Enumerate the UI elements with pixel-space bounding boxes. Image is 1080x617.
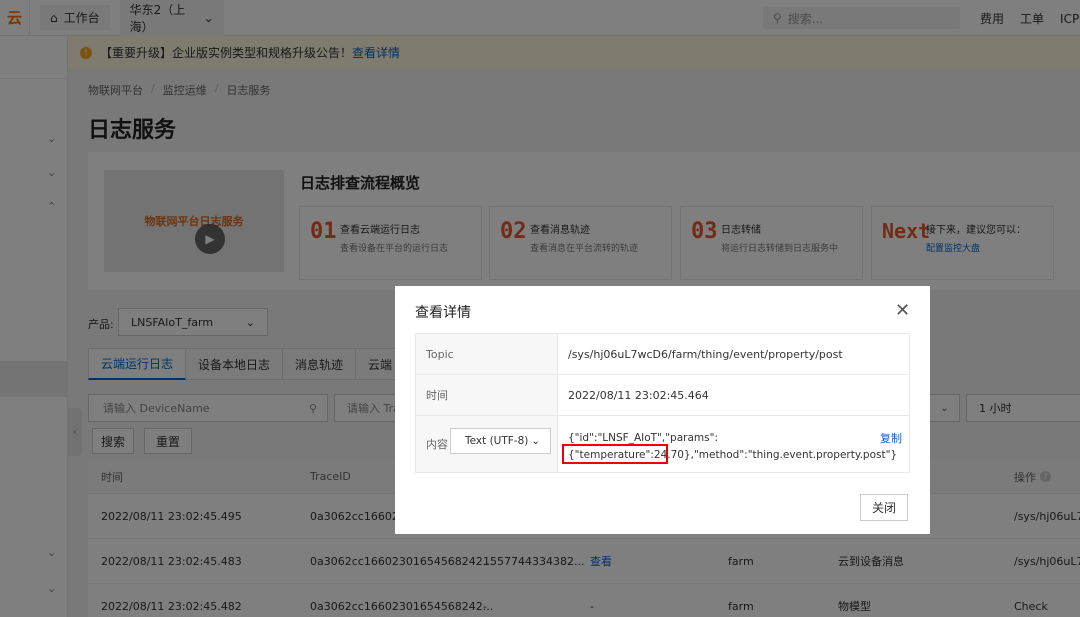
detail-label: Topic	[416, 334, 558, 374]
chevron-down-icon: ⌄	[531, 435, 540, 447]
detail-table: Topic /sys/hj06uL7wcD6/farm/thing/event/…	[415, 333, 910, 473]
close-button[interactable]: 关闭	[860, 494, 908, 521]
detail-label: 时间	[416, 375, 558, 415]
detail-row-time: 时间 2022/08/11 23:02:45.464	[416, 375, 909, 416]
time-value: 2022/08/11 23:02:45.464	[568, 388, 709, 402]
topic-value: /sys/hj06uL7wcD6/farm/thing/event/proper…	[568, 347, 843, 361]
encoding-value: Text (UTF-8)	[465, 435, 529, 447]
highlight-box	[562, 444, 668, 464]
close-icon[interactable]: ✕	[895, 300, 910, 321]
detail-row-topic: Topic /sys/hj06uL7wcD6/farm/thing/event/…	[416, 334, 909, 375]
detail-row-content: 内容 Text (UTF-8) ⌄ {"id":"LNSF_AIoT","par…	[416, 416, 909, 472]
encoding-select[interactable]: Text (UTF-8) ⌄	[450, 428, 551, 454]
content-label: 内容	[426, 438, 448, 451]
modal-title: 查看详情	[415, 305, 471, 321]
detail-modal: 查看详情 ✕ Topic /sys/hj06uL7wcD6/farm/thing…	[395, 286, 930, 534]
copy-link[interactable]: 复制	[880, 430, 902, 446]
